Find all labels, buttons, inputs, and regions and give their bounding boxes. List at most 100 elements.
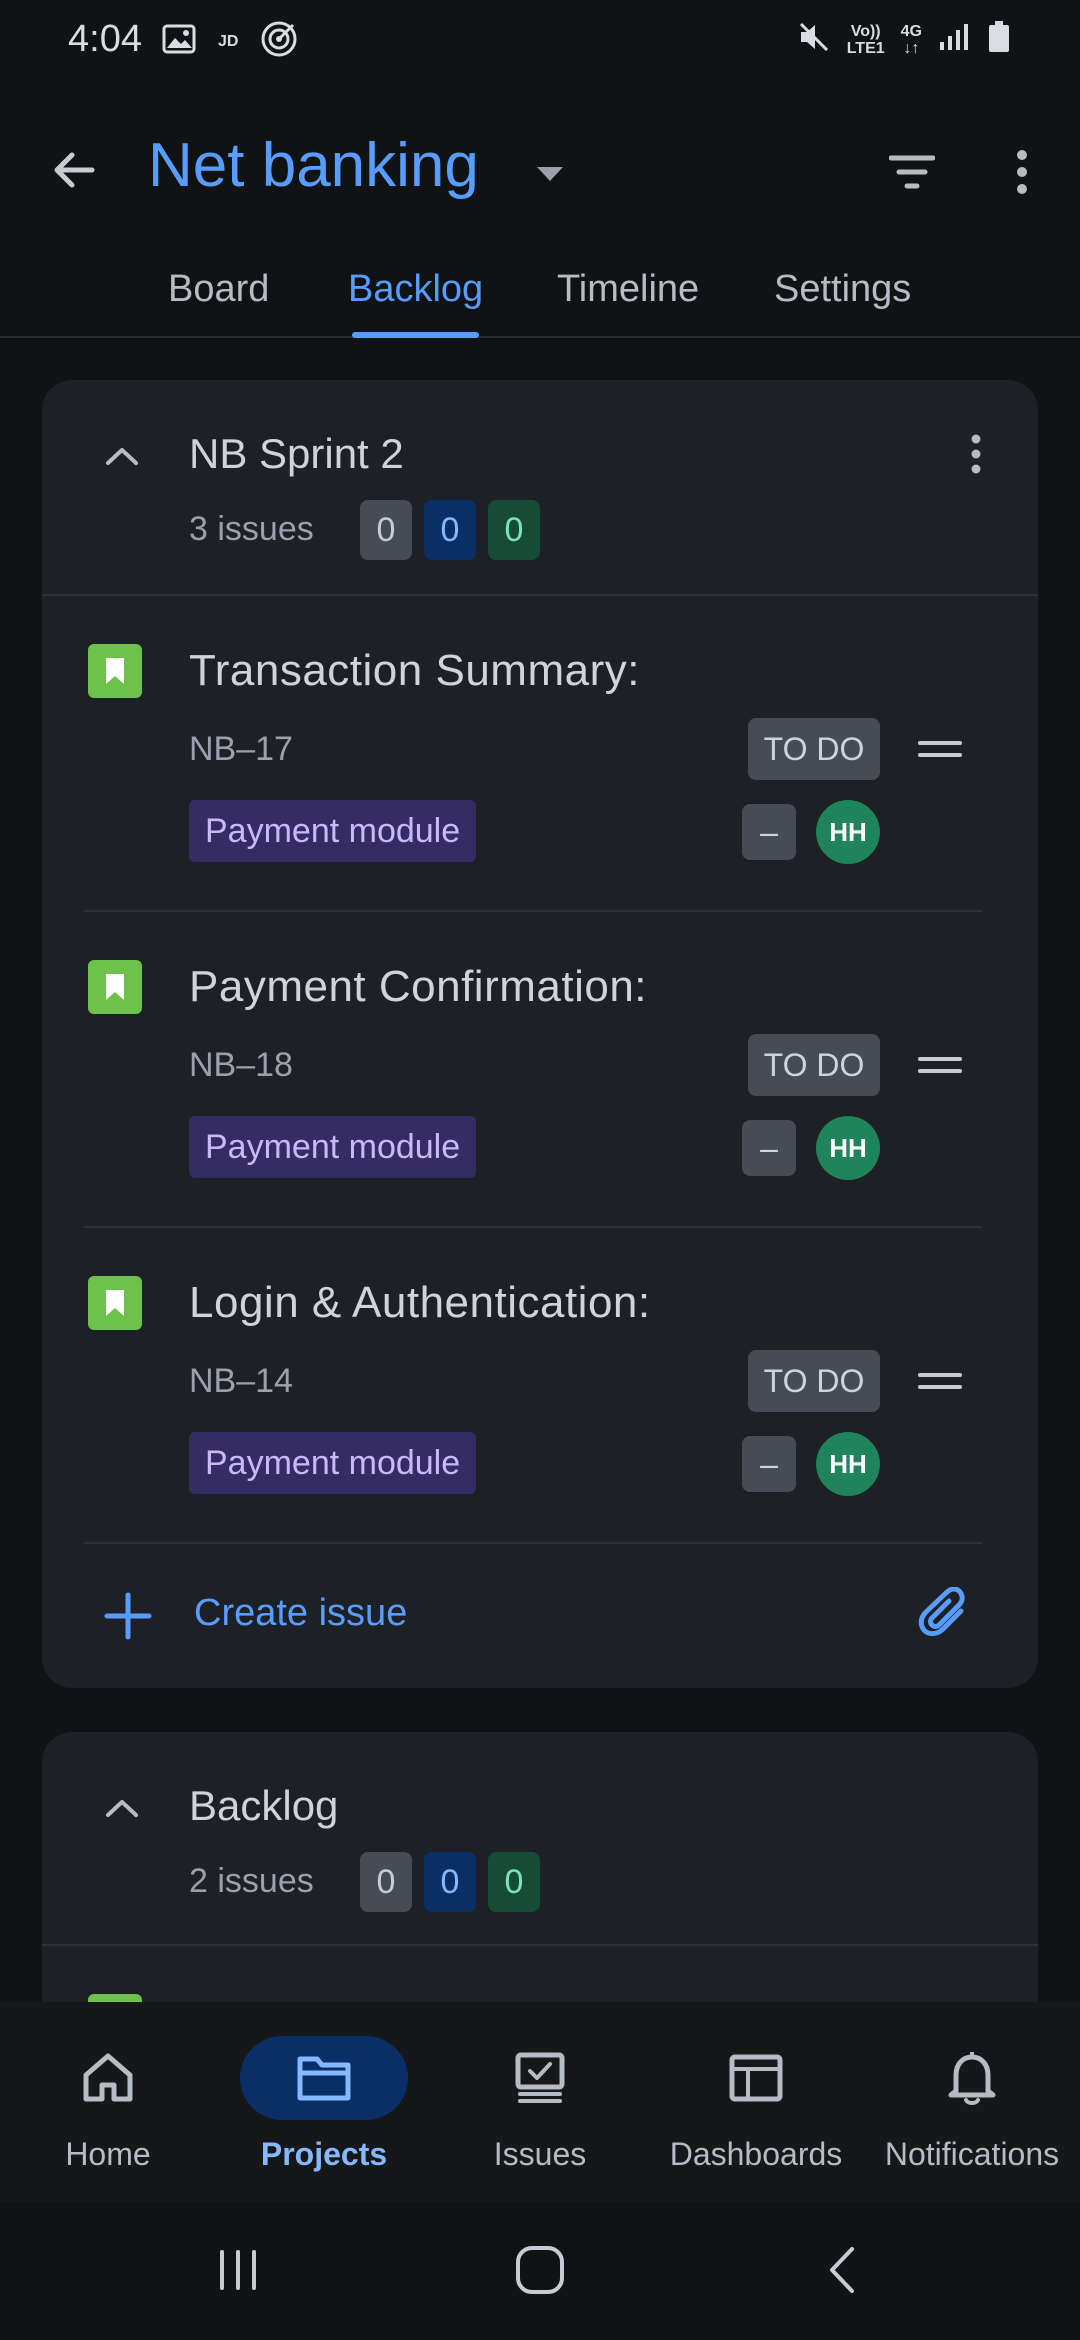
nav-projects[interactable]: Projects [216, 2036, 432, 2196]
nav-home[interactable]: Home [0, 2036, 216, 2196]
issue-label: Payment module [189, 800, 477, 862]
home-system-button[interactable] [500, 2238, 580, 2302]
in-progress-count-badge: 0 [424, 500, 476, 560]
status-bar: 4:04 JD Vo)) LTE1 4G ↓↑ [0, 0, 1080, 84]
issue-label: Payment module [189, 1432, 477, 1494]
attach-button[interactable] [912, 1582, 980, 1650]
assignee-avatar: HH [816, 1432, 880, 1496]
plus-icon [104, 1592, 152, 1640]
dashboard-icon [729, 2054, 783, 2102]
status-right-icons: Vo)) LTE1 4G ↓↑ [797, 20, 1010, 59]
create-issue-link[interactable]: Create issue [194, 1592, 407, 1635]
story-icon [88, 644, 142, 698]
filter-icon [889, 155, 935, 189]
backlog-title: Backlog [189, 1782, 339, 1829]
network-indicator: 4G ↓↑ [900, 22, 922, 57]
arrow-left-icon [54, 152, 95, 188]
issue-key: NB–18 [189, 1046, 293, 1084]
paperclip-icon [918, 1587, 965, 1637]
filter-button[interactable] [880, 140, 944, 204]
issue-key: NB–17 [189, 730, 293, 768]
drag-handle-icon[interactable] [912, 1356, 968, 1406]
issue-row[interactable]: Login & Authentication: NB–14 TO DO Paym… [42, 1228, 1038, 1544]
gallery-icon [162, 24, 196, 59]
status-time: 4:04 [68, 18, 142, 60]
in-progress-count-badge: 0 [424, 1852, 476, 1912]
divider [42, 1944, 1038, 1946]
create-issue-button[interactable] [96, 1584, 160, 1648]
todo-count-badge: 0 [360, 1852, 412, 1912]
status-badge[interactable]: TO DO [748, 1350, 880, 1412]
issue-key: NB–14 [189, 1362, 293, 1400]
priority-badge: – [742, 1436, 796, 1492]
issues-icon [515, 2052, 565, 2103]
issue-row[interactable]: Transaction Summary: NB–17 TO DO Payment… [42, 596, 1038, 912]
chevron-up-icon [106, 1800, 138, 1817]
bottom-navigation: Home Projects Issues Dashboards Notifica… [0, 2002, 1080, 2202]
sprint-status-counts: 0 0 0 [360, 500, 540, 560]
backlog-issue-count: 2 issues [189, 1862, 314, 1900]
issue-title: Payment Confirmation: [189, 962, 648, 1011]
back-button[interactable] [42, 138, 106, 202]
tab-backlog[interactable]: Backlog [348, 268, 483, 338]
app-header: Net banking [0, 110, 1080, 230]
system-navigation-bar [0, 2202, 1080, 2340]
radar-icon [260, 20, 298, 63]
status-badge[interactable]: TO DO [748, 1034, 880, 1096]
story-icon [88, 1276, 142, 1330]
volte-indicator: Vo)) LTE1 [846, 22, 885, 57]
collapse-sprint-button[interactable] [94, 428, 150, 484]
home-icon [83, 2053, 133, 2102]
nav-notifications[interactable]: Notifications [864, 2036, 1080, 2196]
tab-board[interactable]: Board [168, 268, 269, 338]
drag-handle-icon[interactable] [912, 1040, 968, 1090]
carrier-label: JD [218, 33, 239, 50]
done-count-badge: 0 [488, 500, 540, 560]
issue-title: Transaction Summary: [189, 646, 640, 695]
assignee-avatar: HH [816, 1116, 880, 1180]
sprint-title: NB Sprint 2 [189, 430, 404, 477]
assignee-avatar: HH [816, 800, 880, 864]
status-badge[interactable]: TO DO [748, 718, 880, 780]
todo-count-badge: 0 [360, 500, 412, 560]
story-icon [88, 960, 142, 1014]
drag-handle-icon[interactable] [912, 724, 968, 774]
done-count-badge: 0 [488, 1852, 540, 1912]
priority-badge: – [742, 804, 796, 860]
project-title[interactable]: Net banking [148, 130, 479, 201]
status-left-icons: JD [162, 20, 298, 63]
sprint-more-button[interactable] [948, 426, 1004, 482]
project-tabs: Board Backlog Timeline Settings [0, 262, 1080, 338]
home-circle-icon [516, 2246, 564, 2294]
data-arrows-icon: ↓↑ [903, 39, 920, 57]
issue-title: Login & Authentication: [189, 1278, 651, 1327]
priority-badge: – [742, 1120, 796, 1176]
backlog-section: Backlog 2 issues 0 0 0 [42, 1732, 1038, 2032]
tab-settings[interactable]: Settings [774, 268, 911, 338]
recent-apps-icon [220, 2250, 256, 2290]
caret-down-icon [537, 167, 563, 181]
nav-dashboards[interactable]: Dashboards [648, 2036, 864, 2196]
folder-icon [297, 2056, 351, 2101]
issue-label: Payment module [189, 1116, 477, 1178]
more-options-button[interactable] [990, 140, 1054, 204]
divider [84, 1542, 982, 1544]
chevron-left-icon [830, 2247, 854, 2293]
create-issue-row: Create issue [42, 1552, 1038, 1672]
collapse-backlog-button[interactable] [94, 1780, 150, 1836]
issue-row[interactable]: Payment Confirmation: NB–18 TO DO Paymen… [42, 912, 1038, 1228]
sprint-section: NB Sprint 2 3 issues 0 0 0 Transaction S… [42, 380, 1038, 1688]
project-switcher-button[interactable] [530, 154, 570, 194]
tab-timeline[interactable]: Timeline [557, 268, 699, 338]
signal-icon [938, 22, 972, 57]
system-back-button[interactable] [802, 2238, 882, 2302]
sprint-issue-count: 3 issues [189, 510, 314, 548]
more-vertical-icon [1017, 150, 1027, 194]
battery-icon [988, 21, 1010, 58]
recent-apps-button[interactable] [198, 2238, 278, 2302]
nav-issues[interactable]: Issues [432, 2036, 648, 2196]
bell-icon [948, 2052, 996, 2105]
mute-icon [797, 20, 831, 59]
more-vertical-icon [971, 434, 981, 474]
backlog-status-counts: 0 0 0 [360, 1852, 540, 1912]
